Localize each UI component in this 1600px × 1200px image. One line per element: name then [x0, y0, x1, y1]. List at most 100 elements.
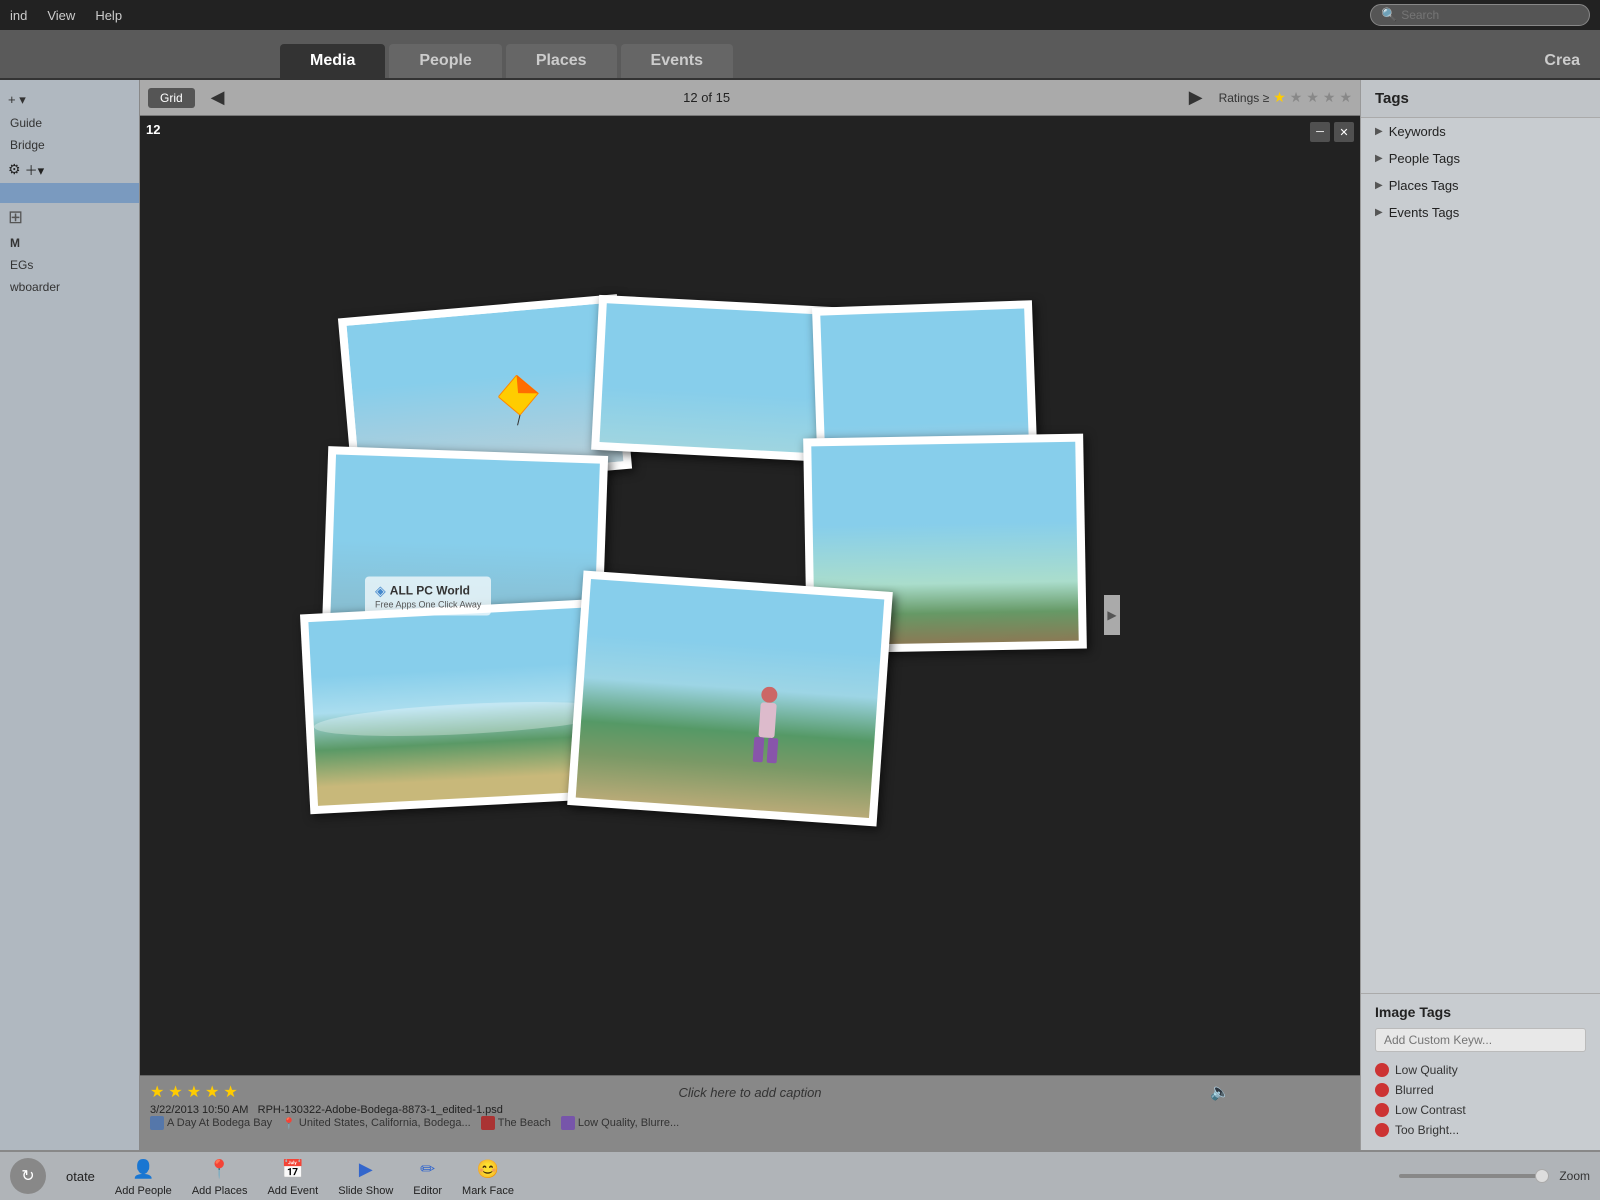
page-info: 12 of 15	[241, 90, 1173, 105]
info-bar: ★ ★ ★ ★ ★ Click here to add caption 🔈 3/…	[140, 1075, 1360, 1150]
add-people-btn[interactable]: 👤 Add People	[115, 1155, 172, 1197]
minimize-btn[interactable]: ─	[1310, 122, 1330, 142]
bottom-toolbar: ↻ otate 👤 Add People 📍 Add Places 📅 Add …	[0, 1150, 1600, 1200]
sidebar-egs[interactable]: EGs	[0, 254, 139, 276]
blurred-label: Blurred	[1395, 1083, 1434, 1097]
volume-icon[interactable]: 🔈	[1210, 1082, 1230, 1102]
slideshow-label: Slide Show	[338, 1185, 393, 1197]
add-event-btn[interactable]: 📅 Add Event	[267, 1155, 318, 1197]
add-small-btn[interactable]: ＋▾	[25, 160, 45, 179]
image-caption[interactable]: Click here to add caption	[678, 1085, 821, 1100]
star-1[interactable]: ★	[1273, 89, 1286, 106]
tag-quality[interactable]: Low Quality, Blurre...	[561, 1116, 679, 1130]
grid-icon: ⊞	[8, 207, 23, 227]
collapse-sidebar-btn[interactable]: ▶	[1104, 595, 1120, 635]
img-star-2[interactable]: ★	[168, 1082, 182, 1102]
tag-event-label: A Day At Bodega Bay	[167, 1117, 272, 1129]
tab-media[interactable]: Media	[280, 44, 385, 78]
photo-7	[567, 570, 893, 826]
add-people-icon: 👤	[129, 1155, 157, 1183]
search-box[interactable]: 🔍	[1370, 4, 1590, 26]
add-places-icon: 📍	[206, 1155, 234, 1183]
events-tags-chevron: ▶	[1375, 207, 1383, 218]
image-tags-section: Image Tags Low Quality Blurred Low Contr…	[1361, 993, 1600, 1150]
menu-help[interactable]: Help	[95, 8, 122, 23]
tag-quality-label: Low Quality, Blurre...	[578, 1117, 679, 1129]
tab-places[interactable]: Places	[506, 44, 617, 78]
mark-face-icon: 😊	[474, 1155, 502, 1183]
too-bright-dot	[1375, 1123, 1389, 1137]
ratings-label: Ratings ≥	[1219, 91, 1270, 105]
watermark-subtitle: Free Apps One Click Away	[375, 599, 481, 609]
tag-low-contrast[interactable]: Low Contrast	[1375, 1100, 1586, 1120]
tag-beach-icon	[481, 1116, 495, 1130]
low-quality-dot	[1375, 1063, 1389, 1077]
star-2[interactable]: ★	[1290, 89, 1303, 106]
tags-keywords[interactable]: ▶ Keywords	[1361, 118, 1600, 145]
nav-next-arrow[interactable]: ▶	[1181, 87, 1211, 108]
tab-bar: Media People Places Events Crea	[0, 30, 1600, 80]
create-button[interactable]: Crea	[1524, 44, 1600, 78]
sidebar-bridge[interactable]: Bridge	[0, 134, 139, 156]
watermark-title: ALL PC World	[390, 584, 470, 598]
keyword-input[interactable]	[1375, 1028, 1586, 1052]
sidebar-m-label[interactable]: M	[0, 232, 139, 254]
low-contrast-label: Low Contrast	[1395, 1103, 1466, 1117]
tags-places[interactable]: ▶ Places Tags	[1361, 172, 1600, 199]
tag-too-bright[interactable]: Too Bright...	[1375, 1120, 1586, 1140]
star-3[interactable]: ★	[1306, 89, 1319, 106]
add-button[interactable]: + ▾	[0, 88, 139, 112]
editor-icon: ✏	[414, 1155, 442, 1183]
img-star-4[interactable]: ★	[205, 1082, 219, 1102]
tags-people[interactable]: ▶ People Tags	[1361, 145, 1600, 172]
mark-face-label: Mark Face	[462, 1185, 514, 1197]
zoom-thumb[interactable]	[1535, 1169, 1549, 1183]
sidebar-guide[interactable]: Guide	[0, 112, 139, 134]
sidebar-wboarder[interactable]: wboarder	[0, 276, 139, 298]
slideshow-btn[interactable]: ▶ Slide Show	[338, 1155, 393, 1197]
star-4[interactable]: ★	[1323, 89, 1336, 106]
img-star-3[interactable]: ★	[187, 1082, 201, 1102]
zoom-slider[interactable]	[1399, 1174, 1549, 1178]
person-silhouette	[744, 685, 789, 768]
add-places-label: Add Places	[192, 1185, 248, 1197]
places-tags-chevron: ▶	[1375, 180, 1383, 191]
tag-beach[interactable]: The Beach	[481, 1116, 551, 1130]
ratings-area: Ratings ≥ ★ ★ ★ ★ ★	[1219, 89, 1352, 106]
star-5[interactable]: ★	[1339, 89, 1352, 106]
img-star-5[interactable]: ★	[223, 1082, 237, 1102]
rotate-label: otate	[66, 1169, 95, 1184]
sidebar-icon-row: ⊞	[0, 203, 139, 232]
rotate-button[interactable]: ↻	[10, 1158, 46, 1194]
photo-2	[591, 294, 839, 461]
tab-people[interactable]: People	[389, 44, 501, 78]
tags-events[interactable]: ▶ Events Tags	[1361, 199, 1600, 226]
rotate-icon: ↻	[21, 1166, 34, 1186]
menu-ind[interactable]: ind	[10, 8, 27, 23]
tag-low-quality[interactable]: Low Quality	[1375, 1060, 1586, 1080]
grid-button[interactable]: Grid	[148, 88, 195, 108]
editor-btn[interactable]: ✏ Editor	[413, 1155, 442, 1197]
search-input[interactable]	[1401, 8, 1579, 22]
tag-event-icon	[150, 1116, 164, 1130]
tag-blurred[interactable]: Blurred	[1375, 1080, 1586, 1100]
stars-row: ★ ★ ★ ★ ★ Click here to add caption 🔈	[150, 1082, 1350, 1102]
gear-icon[interactable]: ⚙	[8, 161, 21, 178]
image-filename: RPH-130322-Adobe-Bodega-8873-1_edited-1.…	[258, 1104, 503, 1116]
blurred-dot	[1375, 1083, 1389, 1097]
image-viewer: 12 ─ ✕	[140, 116, 1360, 1075]
nav-prev-arrow[interactable]: ◀	[203, 87, 233, 108]
img-star-1[interactable]: ★	[150, 1082, 164, 1102]
mark-face-btn[interactable]: 😊 Mark Face	[462, 1155, 514, 1197]
close-btn[interactable]: ✕	[1334, 122, 1354, 142]
tab-events[interactable]: Events	[621, 44, 733, 78]
tag-event[interactable]: A Day At Bodega Bay	[150, 1116, 272, 1130]
sidebar-selected-item[interactable]	[0, 183, 139, 203]
add-places-btn[interactable]: 📍 Add Places	[192, 1155, 248, 1197]
tags-row: A Day At Bodega Bay 📍 United States, Cal…	[150, 1116, 1350, 1130]
events-tags-label: Events Tags	[1389, 205, 1460, 220]
low-contrast-dot	[1375, 1103, 1389, 1117]
tag-location[interactable]: 📍 United States, California, Bodega...	[282, 1116, 471, 1130]
menu-view[interactable]: View	[47, 8, 75, 23]
right-sidebar: Tags ▶ Keywords ▶ People Tags ▶ Places T…	[1360, 80, 1600, 1150]
